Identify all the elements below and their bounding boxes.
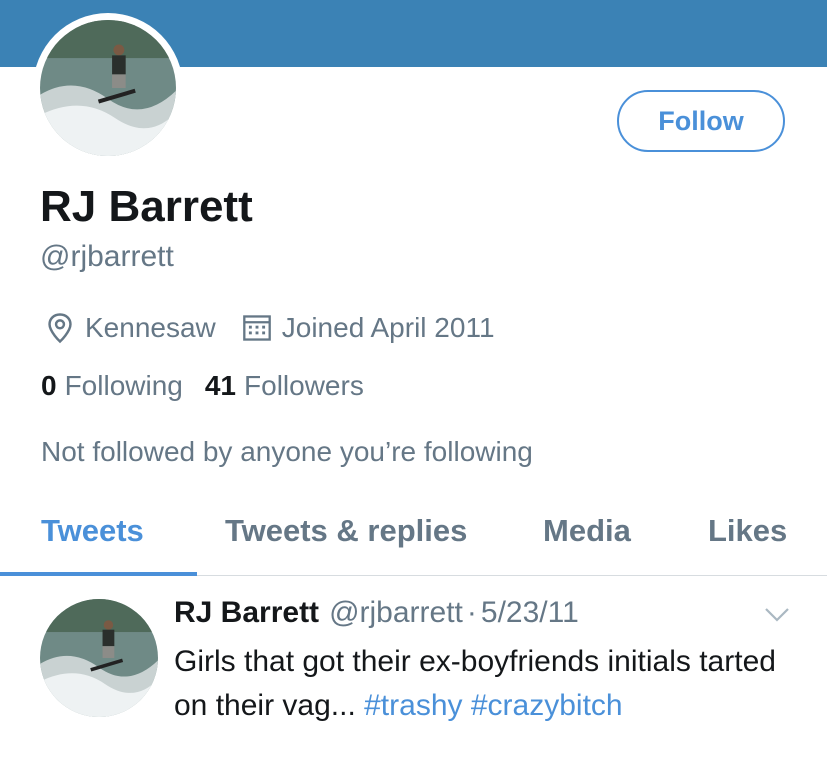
tab-tweets-replies[interactable]: Tweets & replies xyxy=(225,513,467,549)
tab-likes[interactable]: Likes xyxy=(708,513,787,549)
tweet-author-handle[interactable]: @rjbarrett xyxy=(329,596,463,630)
profile-avatar[interactable] xyxy=(40,20,176,156)
following-label: Following xyxy=(64,370,183,401)
profile-tabs: Tweets Tweets & replies Media Likes xyxy=(0,505,827,576)
tweet-author-name[interactable]: RJ Barrett xyxy=(174,596,319,630)
profile-name: RJ Barrett xyxy=(40,182,253,231)
profile-meta: Kennesaw Joined April 2011 xyxy=(45,310,495,346)
hashtag-link[interactable]: #crazybitch xyxy=(471,689,623,722)
profile-handle: @rjbarrett xyxy=(40,240,174,273)
not-followed-note: Not followed by anyone you’re following xyxy=(41,436,533,467)
tweet-item[interactable]: RJ Barrett @rjbarrett · 5/23/11 Girls th… xyxy=(0,576,827,776)
followers-count: 41 xyxy=(204,370,237,401)
hashtag-link[interactable]: #trashy xyxy=(364,689,462,722)
tab-tweets[interactable]: Tweets xyxy=(41,513,144,549)
tweet-date[interactable]: 5/23/11 xyxy=(481,596,579,630)
tweet-avatar[interactable] xyxy=(40,599,158,717)
calendar-icon xyxy=(242,312,272,344)
profile-joined: Joined April 2011 xyxy=(281,312,495,343)
following-count: 0 xyxy=(41,370,57,401)
following-link[interactable]: 0 Following xyxy=(41,370,183,402)
profile-stats: 0 Following 41 Followers xyxy=(41,370,386,402)
location-pin-icon xyxy=(45,312,75,344)
tweet-text: Girls that got their ex-boyfriends initi… xyxy=(174,640,814,728)
tweet-separator: · xyxy=(466,596,477,629)
followers-label: Followers xyxy=(244,370,364,401)
tab-media[interactable]: Media xyxy=(543,513,631,549)
chevron-down-icon[interactable] xyxy=(764,606,790,624)
follow-button[interactable]: Follow xyxy=(617,90,785,152)
followers-link[interactable]: 41 Followers xyxy=(205,370,364,402)
profile-location: Kennesaw xyxy=(85,312,216,343)
tweet-header: RJ Barrett @rjbarrett · 5/23/11 xyxy=(174,596,579,630)
profile-avatar-frame xyxy=(33,13,183,163)
